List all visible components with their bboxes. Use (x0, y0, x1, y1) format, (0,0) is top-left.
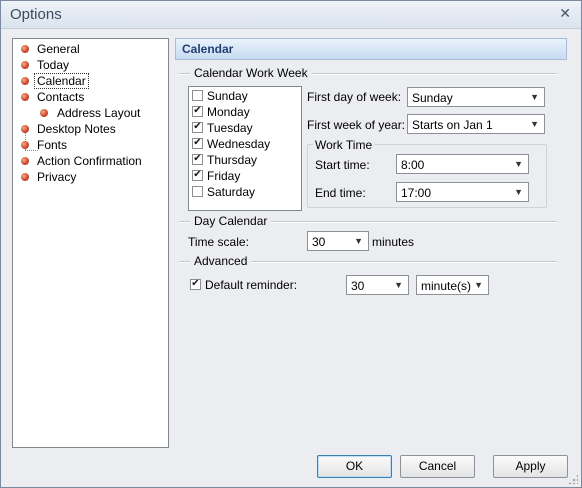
bullet-icon (21, 141, 29, 149)
time-scale-select[interactable]: 30 ▼ (307, 231, 369, 251)
day-label: Wednesday (207, 137, 271, 151)
options-tree: General Today Calendar Contacts Address … (12, 38, 169, 448)
apply-button[interactable]: Apply (493, 455, 568, 478)
end-time-label: End time: (315, 186, 366, 200)
day-label: Friday (207, 169, 241, 183)
default-reminder-label: Default reminder: (205, 278, 298, 292)
tree-item-label: Calendar (34, 73, 89, 89)
work-time-title: Work Time (313, 138, 375, 152)
chevron-down-icon: ▼ (514, 159, 523, 169)
group-title-day-calendar: Day Calendar (190, 214, 272, 228)
group-title-work-week: Calendar Work Week (190, 66, 312, 80)
tree-item-fonts[interactable]: Fonts (13, 137, 163, 153)
day-label: Saturday (207, 185, 256, 199)
chevron-down-icon: ▼ (530, 119, 539, 129)
day-label: Monday (207, 105, 250, 119)
start-time-label: Start time: (315, 158, 370, 172)
panel-header: Calendar (175, 38, 567, 60)
tree-item-label: Contacts (37, 90, 85, 104)
day-checkbox[interactable] (192, 138, 203, 149)
tree-item-label: Address Layout (57, 106, 141, 120)
bullet-icon (40, 109, 48, 117)
bullet-icon (21, 45, 29, 53)
panel-title: Calendar (182, 42, 234, 56)
day-checkbox[interactable] (192, 154, 203, 165)
tree-item-label: Today (37, 58, 70, 72)
chevron-down-icon: ▼ (474, 280, 483, 290)
tree-item-general[interactable]: General (13, 41, 163, 57)
day-label: Sunday (207, 89, 248, 103)
tree-item-label: Action Confirmation (37, 154, 142, 168)
chevron-down-icon: ▼ (394, 280, 403, 290)
end-time-select[interactable]: 17:00 ▼ (396, 182, 529, 202)
chevron-down-icon: ▼ (514, 187, 523, 197)
group-title-advanced: Advanced (190, 254, 252, 268)
work-days-list: Sunday Monday Tuesday Wednesday Thursday… (188, 86, 302, 211)
tree-item-action-confirmation[interactable]: Action Confirmation (13, 153, 163, 169)
tree-item-label: Desktop Notes (37, 122, 116, 136)
first-week-label: First week of year: (307, 118, 406, 132)
day-checkbox[interactable] (192, 170, 203, 181)
reminder-amount-value: 30 (351, 279, 365, 293)
first-week-value: Starts on Jan 1 (412, 118, 493, 132)
bullet-icon (21, 173, 29, 181)
bullet-icon (21, 157, 29, 165)
cancel-button[interactable]: Cancel (400, 455, 475, 478)
tree-item-desktop-notes[interactable]: Desktop Notes (13, 121, 163, 137)
tree-item-calendar[interactable]: Calendar (13, 72, 163, 89)
time-scale-unit: minutes (372, 235, 415, 249)
bullet-icon (21, 93, 29, 101)
close-icon[interactable]: ✕ (559, 5, 571, 22)
bullet-icon (21, 61, 29, 69)
reminder-unit-select[interactable]: minute(s) ▼ (416, 275, 489, 295)
start-time-value: 8:00 (401, 158, 425, 172)
options-window: Options ✕ General Today Calendar Contact… (0, 0, 582, 488)
day-checkbox[interactable] (192, 90, 203, 101)
end-time-value: 17:00 (401, 186, 432, 200)
day-label: Thursday (207, 153, 258, 167)
day-label: Tuesday (207, 121, 253, 135)
tree-item-label: Privacy (37, 170, 77, 184)
day-checkbox[interactable] (192, 106, 203, 117)
day-checkbox[interactable] (192, 122, 203, 133)
time-scale-value: 30 (312, 235, 326, 249)
tree-item-privacy[interactable]: Privacy (13, 169, 163, 185)
first-day-value: Sunday (412, 91, 453, 105)
time-scale-label: Time scale: (188, 235, 249, 249)
ok-button[interactable]: OK (317, 455, 392, 478)
bullet-icon (21, 125, 29, 133)
reminder-amount-select[interactable]: 30 ▼ (346, 275, 409, 295)
tree-item-label: General (37, 42, 80, 56)
tree-item-today[interactable]: Today (13, 57, 163, 73)
window-title: Options (10, 6, 62, 23)
chevron-down-icon: ▼ (354, 236, 363, 246)
first-day-label: First day of week: (307, 90, 402, 104)
bullet-icon (21, 77, 29, 85)
title-bar: Options ✕ (1, 1, 581, 29)
start-time-select[interactable]: 8:00 ▼ (396, 154, 529, 174)
tree-item-label: Fonts (37, 138, 68, 152)
reminder-unit-value: minute(s) (421, 279, 472, 293)
tree-item-address-layout[interactable]: Address Layout (13, 105, 163, 121)
chevron-down-icon: ▼ (530, 92, 539, 102)
first-day-select[interactable]: Sunday ▼ (407, 87, 545, 107)
default-reminder-checkbox[interactable] (190, 279, 201, 290)
first-week-select[interactable]: Starts on Jan 1 ▼ (407, 114, 545, 134)
tree-item-contacts[interactable]: Contacts (13, 89, 163, 105)
day-checkbox[interactable] (192, 186, 203, 197)
resize-grip-icon[interactable] (568, 474, 578, 484)
